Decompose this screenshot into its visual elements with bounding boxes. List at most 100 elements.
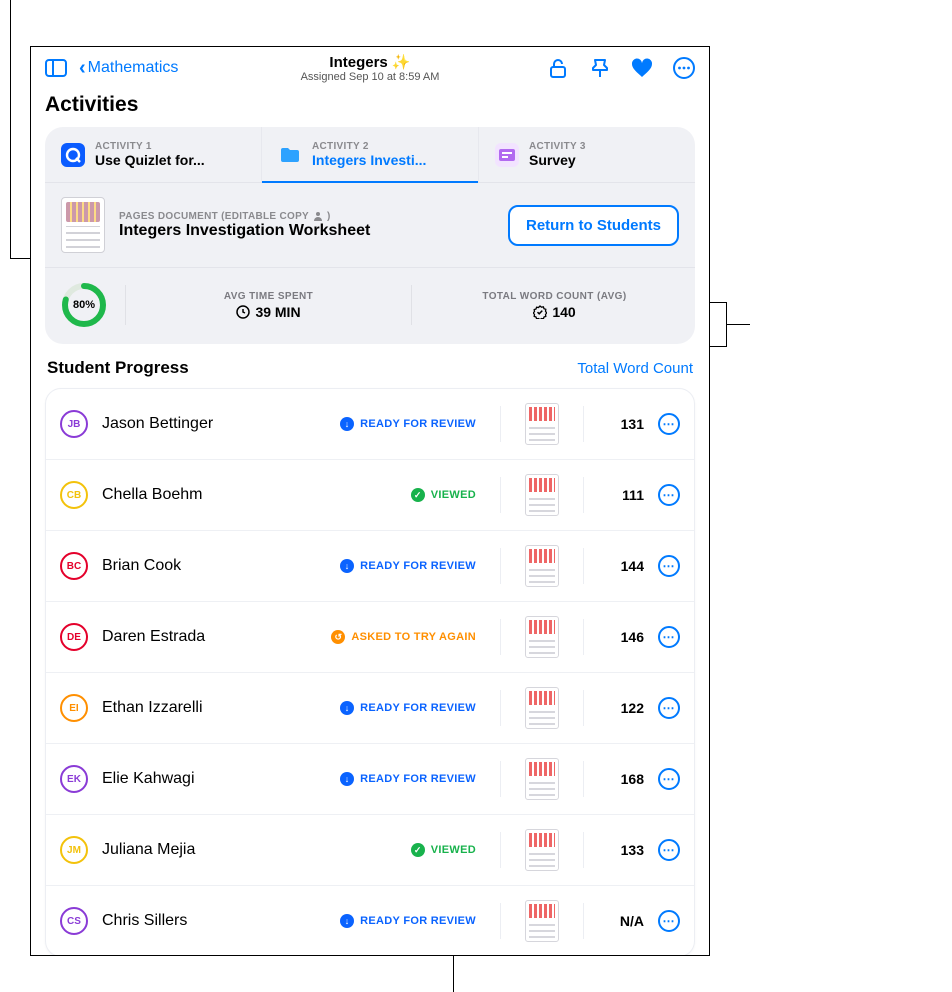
progress-title: Student Progress [47, 358, 189, 378]
progress-ring: 80% [61, 282, 107, 328]
page-title: Integers ✨ [301, 53, 440, 71]
quizlet-icon [61, 143, 85, 167]
row-more-button[interactable]: ⋯ [658, 484, 680, 506]
callout-line [726, 324, 750, 325]
clock-icon [236, 305, 250, 319]
submission-thumbnail[interactable] [525, 687, 559, 729]
tab-label: Use Quizlet for... [95, 152, 205, 168]
student-list: JB Jason Bettinger ↓ READY FOR REVIEW 13… [45, 388, 695, 956]
stat-words: TOTAL WORD COUNT (AVG) 140 [430, 291, 679, 320]
student-name: Daren Estrada [102, 628, 317, 646]
row-more-button[interactable]: ⋯ [658, 910, 680, 932]
row-more-button[interactable]: ⋯ [658, 768, 680, 790]
stat-label: TOTAL WORD COUNT (AVG) [430, 291, 679, 302]
tab-eyebrow: ACTIVITY 1 [95, 141, 205, 152]
pin-icon[interactable] [589, 57, 611, 79]
row-more-button[interactable]: ⋯ [658, 626, 680, 648]
word-count: 122 [608, 700, 644, 716]
status-badge: ↓ READY FOR REVIEW [340, 701, 476, 715]
word-count: 133 [608, 842, 644, 858]
divider [500, 761, 501, 797]
submission-thumbnail[interactable] [525, 900, 559, 942]
return-to-students-button[interactable]: Return to Students [508, 205, 679, 246]
student-name: Chella Boehm [102, 486, 397, 504]
tab-activity-1[interactable]: ACTIVITY 1 Use Quizlet for... [45, 127, 262, 182]
submission-thumbnail[interactable] [525, 474, 559, 516]
person-icon [313, 211, 323, 221]
divider [583, 690, 584, 726]
submission-thumbnail[interactable] [525, 403, 559, 445]
student-row[interactable]: CB Chella Boehm ✓ VIEWED 111 ⋯ [46, 460, 694, 531]
progress-percent: 80% [61, 282, 107, 328]
status-badge: ↓ READY FOR REVIEW [340, 914, 476, 928]
status-badge: ↓ READY FOR REVIEW [340, 417, 476, 431]
topbar-actions [547, 57, 695, 79]
student-row[interactable]: JB Jason Bettinger ↓ READY FOR REVIEW 13… [46, 389, 694, 460]
activity-tabs: ACTIVITY 1 Use Quizlet for... ACTIVITY 2… [45, 127, 695, 183]
student-row[interactable]: EK Elie Kahwagi ↓ READY FOR REVIEW 168 ⋯ [46, 744, 694, 815]
submission-thumbnail[interactable] [525, 616, 559, 658]
student-avatar: EI [60, 694, 88, 722]
lock-icon[interactable] [547, 57, 569, 79]
back-button[interactable]: ‹ Mathematics [79, 59, 178, 77]
status-icon: ✓ [411, 843, 425, 857]
survey-icon [495, 143, 519, 167]
activities-card: ACTIVITY 1 Use Quizlet for... ACTIVITY 2… [45, 127, 695, 344]
topbar-center: Integers ✨ Assigned Sep 10 at 8:59 AM [301, 53, 440, 83]
student-row[interactable]: CS Chris Sillers ↓ READY FOR REVIEW N/A … [46, 886, 694, 956]
status-label: READY FOR REVIEW [360, 560, 476, 572]
stat-value: 140 [430, 304, 679, 320]
tab-activity-2[interactable]: ACTIVITY 2 Integers Investi... [262, 127, 479, 182]
document-meta: PAGES DOCUMENT (EDITABLE COPY ) Integers… [119, 211, 370, 240]
student-row[interactable]: BC Brian Cook ↓ READY FOR REVIEW 144 ⋯ [46, 531, 694, 602]
document-eyebrow: PAGES DOCUMENT (EDITABLE COPY ) [119, 211, 370, 222]
divider [500, 406, 501, 442]
status-badge: ↓ READY FOR REVIEW [340, 559, 476, 573]
student-name: Brian Cook [102, 557, 326, 575]
status-icon: ↓ [340, 417, 354, 431]
row-more-button[interactable]: ⋯ [658, 697, 680, 719]
status-icon: ↓ [340, 772, 354, 786]
status-label: READY FOR REVIEW [360, 773, 476, 785]
status-badge: ✓ VIEWED [411, 843, 476, 857]
status-icon: ↓ [340, 914, 354, 928]
divider [583, 832, 584, 868]
divider [583, 903, 584, 939]
more-icon[interactable] [673, 57, 695, 79]
student-name: Chris Sillers [102, 912, 326, 930]
student-row[interactable]: DE Daren Estrada ↺ ASKED TO TRY AGAIN 14… [46, 602, 694, 673]
tab-activity-3[interactable]: ACTIVITY 3 Survey [479, 127, 695, 182]
progress-header: Student Progress Total Word Count [31, 358, 709, 388]
divider [500, 477, 501, 513]
student-row[interactable]: EI Ethan Izzarelli ↓ READY FOR REVIEW 12… [46, 673, 694, 744]
status-icon: ✓ [411, 488, 425, 502]
row-more-button[interactable]: ⋯ [658, 413, 680, 435]
status-badge: ↺ ASKED TO TRY AGAIN [331, 630, 476, 644]
status-badge: ↓ READY FOR REVIEW [340, 772, 476, 786]
document-thumbnail[interactable] [61, 197, 105, 253]
badge-icon [533, 305, 547, 319]
document-title: Integers Investigation Worksheet [119, 222, 370, 240]
document-row: PAGES DOCUMENT (EDITABLE COPY ) Integers… [45, 183, 695, 268]
word-count: 131 [608, 416, 644, 432]
student-row[interactable]: JM Juliana Mejia ✓ VIEWED 133 ⋯ [46, 815, 694, 886]
heart-icon[interactable] [631, 57, 653, 79]
divider [500, 903, 501, 939]
divider [583, 548, 584, 584]
sidebar-toggle-icon[interactable] [45, 57, 67, 79]
sort-link[interactable]: Total Word Count [577, 360, 693, 377]
row-more-button[interactable]: ⋯ [658, 555, 680, 577]
word-count: 144 [608, 558, 644, 574]
divider [500, 832, 501, 868]
submission-thumbnail[interactable] [525, 758, 559, 800]
status-label: READY FOR REVIEW [360, 702, 476, 714]
page-subtitle: Assigned Sep 10 at 8:59 AM [301, 71, 440, 83]
row-more-button[interactable]: ⋯ [658, 839, 680, 861]
status-label: READY FOR REVIEW [360, 418, 476, 430]
divider [583, 619, 584, 655]
student-avatar: CS [60, 907, 88, 935]
folder-icon [278, 143, 302, 167]
submission-thumbnail[interactable] [525, 829, 559, 871]
divider [583, 477, 584, 513]
submission-thumbnail[interactable] [525, 545, 559, 587]
